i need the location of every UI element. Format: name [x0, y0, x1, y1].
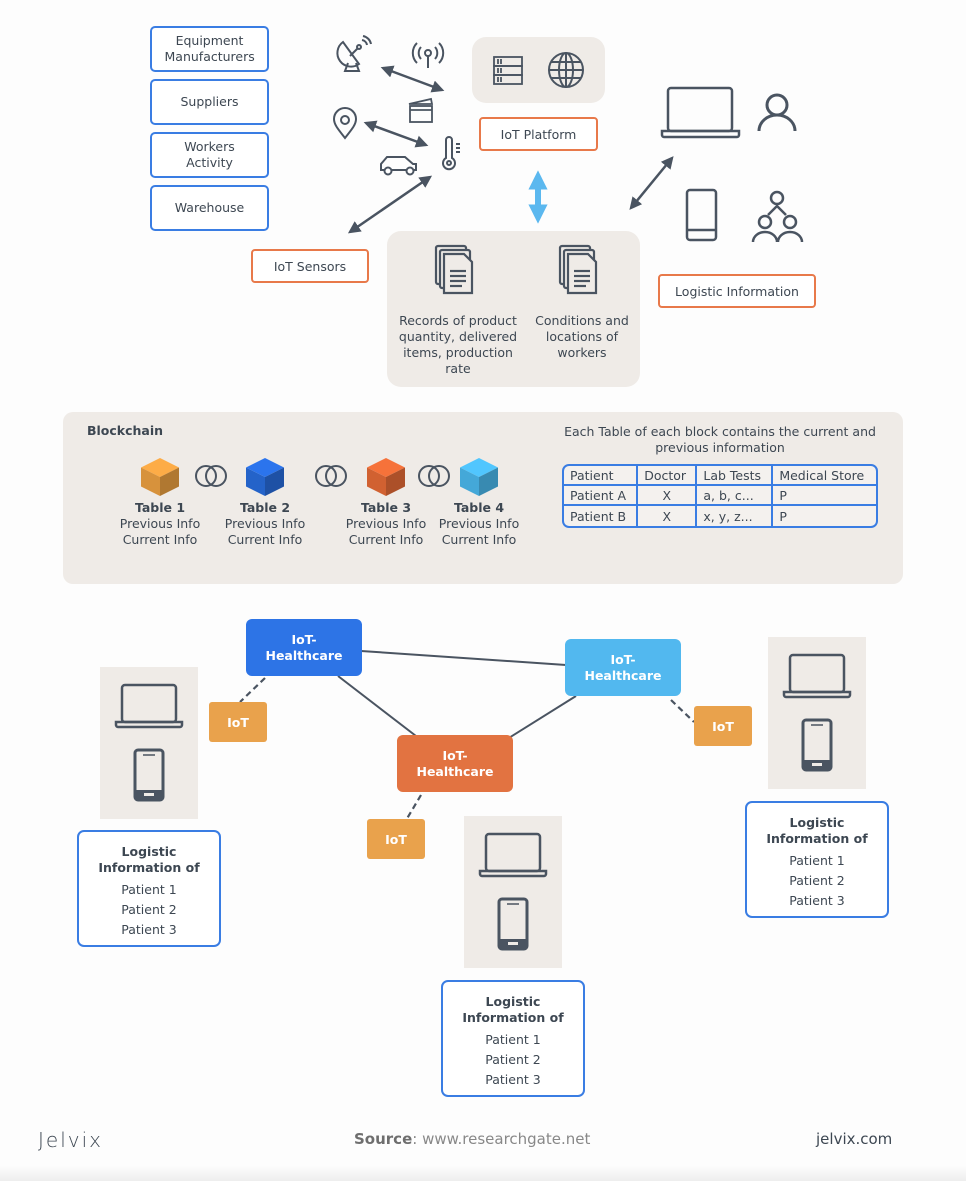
- logistic-title: Logistic Information of: [462, 994, 564, 1025]
- patient-item: Patient 3: [789, 893, 845, 908]
- logistic-title: Logistic Information of: [766, 815, 868, 846]
- patient-item: Patient 3: [121, 922, 177, 937]
- footer-shadow: [0, 1166, 966, 1181]
- laptop-icon: [114, 683, 184, 729]
- patient-item: Patient 2: [121, 902, 177, 917]
- site-link[interactable]: jelvix.com: [816, 1130, 892, 1148]
- laptop-icon: [478, 832, 548, 878]
- patient-item: Patient 2: [789, 873, 845, 888]
- smartphone-icon: [801, 718, 833, 772]
- logistic-box-center: Logistic Information of Patient 1 Patient…: [441, 980, 585, 1097]
- smartphone-icon: [497, 897, 529, 951]
- brand-logo: Jelvix: [38, 1128, 103, 1152]
- logistic-box-right: Logistic Information of Patient 1 Patient…: [745, 801, 889, 918]
- logistic-title: Logistic Information of: [98, 844, 200, 875]
- smartphone-icon: [133, 748, 165, 802]
- patient-item: Patient 1: [789, 853, 845, 868]
- patient-item: Patient 2: [485, 1052, 541, 1067]
- logistic-box-left: Logistic Information of Patient 1 Patient…: [77, 830, 221, 947]
- source-credit: Source: www.researchgate.net: [354, 1130, 591, 1148]
- patient-item: Patient 1: [485, 1032, 541, 1047]
- patient-item: Patient 1: [121, 882, 177, 897]
- laptop-icon: [782, 653, 852, 699]
- patient-item: Patient 3: [485, 1072, 541, 1087]
